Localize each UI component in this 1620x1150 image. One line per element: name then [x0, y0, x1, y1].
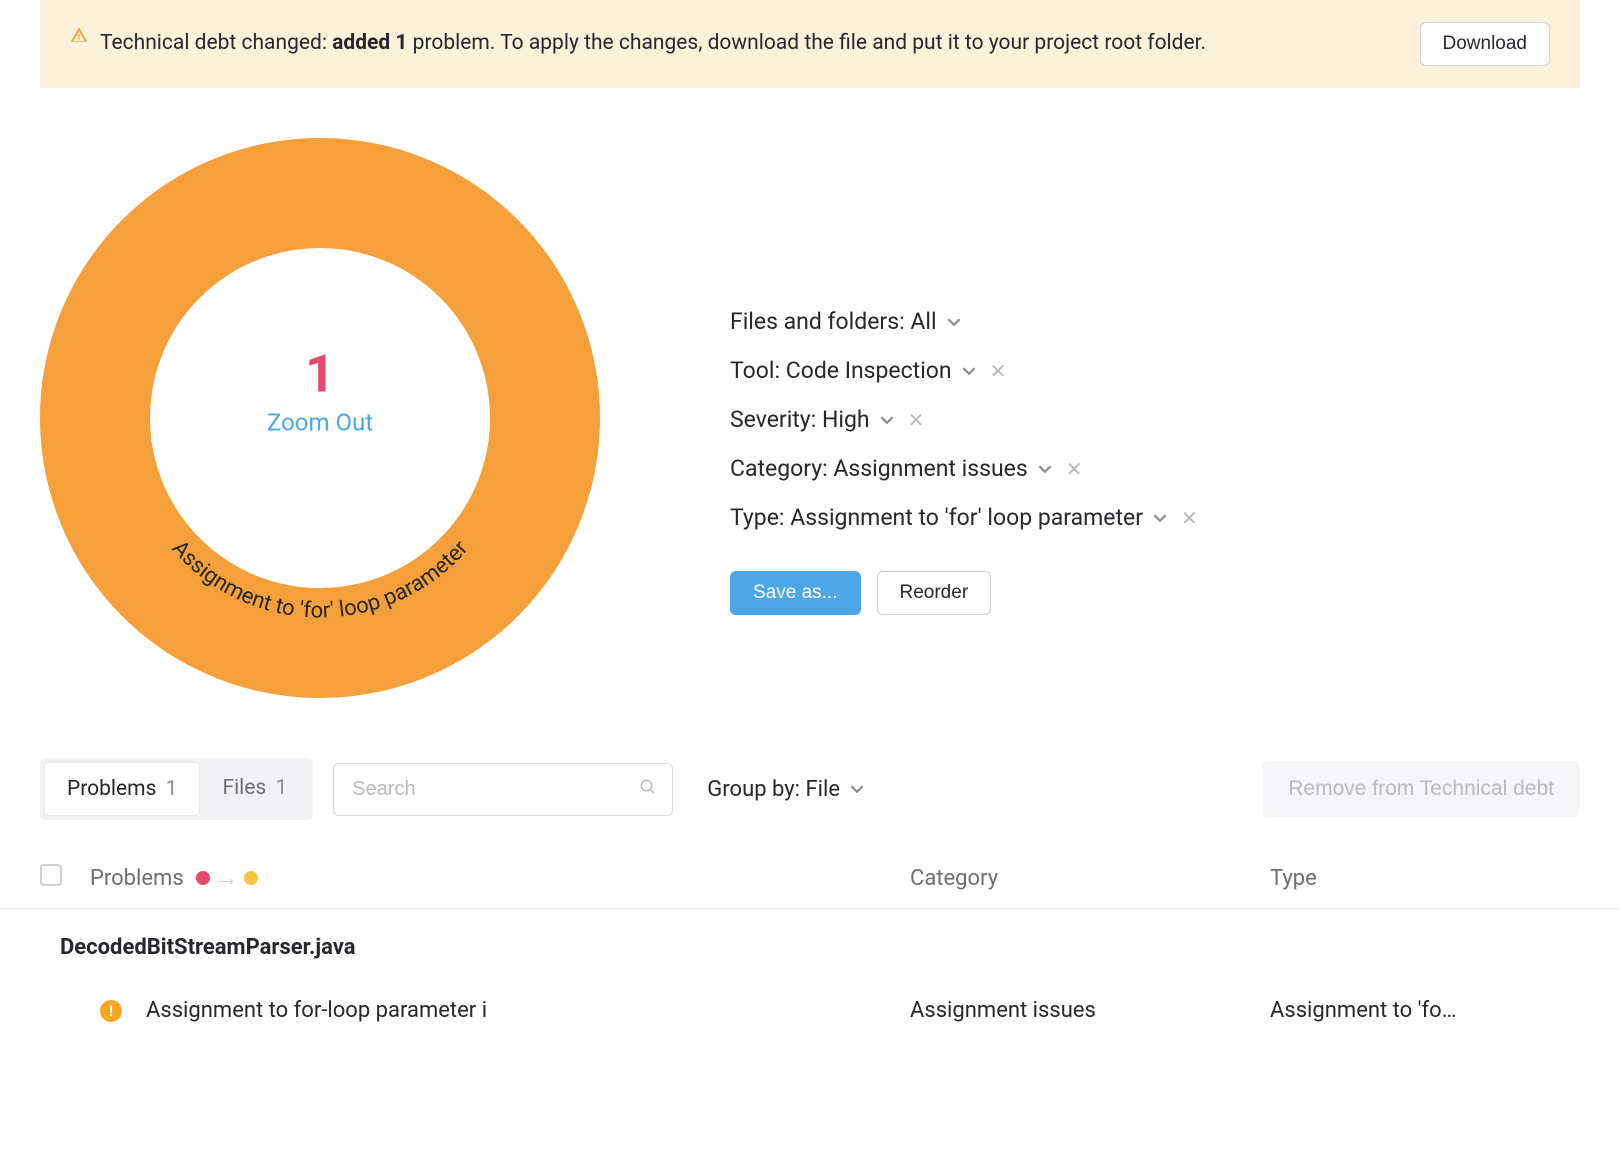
chevron-down-icon — [880, 406, 894, 433]
dot-red-icon — [196, 871, 210, 885]
filter-value: All — [910, 308, 936, 335]
filter-tool[interactable]: Tool: Code Inspection ✕ — [730, 357, 1580, 384]
search-icon — [639, 778, 657, 800]
problem-name: Assignment to for-loop parameter i — [146, 998, 910, 1023]
group-by-value: File — [805, 777, 840, 802]
banner-prefix: Technical debt changed: — [100, 31, 332, 55]
filter-value: High — [822, 406, 870, 433]
tab-problems[interactable]: Problems 1 — [44, 762, 200, 816]
chevron-down-icon — [947, 308, 961, 335]
tabs-segment: Problems 1 Files 1 — [40, 758, 313, 820]
tab-count: 1 — [166, 777, 178, 801]
reorder-button[interactable]: Reorder — [877, 571, 992, 615]
results-toolbar: Problems 1 Files 1 Group by: File Remove… — [0, 738, 1620, 820]
select-all-checkbox[interactable] — [40, 864, 62, 886]
filter-type[interactable]: Type: Assignment to 'for' loop parameter… — [730, 504, 1580, 531]
zoom-out-link[interactable]: Zoom Out — [267, 409, 373, 437]
arrow-right-icon: → — [216, 865, 238, 891]
filter-label: Category: — [730, 455, 828, 482]
chevron-down-icon — [962, 357, 976, 384]
filter-label: Files and folders: — [730, 308, 905, 335]
select-all-cell — [40, 864, 90, 892]
filter-label: Type: — [730, 504, 784, 531]
filter-label: Tool: — [730, 357, 780, 384]
filter-value: Assignment issues — [833, 455, 1027, 482]
tab-label: Files — [222, 776, 266, 800]
remove-filter-icon[interactable]: ✕ — [990, 359, 1007, 383]
header-type[interactable]: Type — [1270, 866, 1580, 891]
remove-filter-icon[interactable]: ✕ — [1066, 457, 1083, 481]
tab-label: Problems — [67, 777, 156, 801]
warning-icon — [70, 26, 88, 49]
problem-category: Assignment issues — [910, 998, 1270, 1023]
banner-suffix: problem. To apply the changes, download … — [407, 31, 1206, 55]
banner-message: Technical debt changed: added 1 problem.… — [100, 27, 1400, 61]
severity-warning-icon: ! — [100, 1000, 122, 1022]
file-group-heading[interactable]: DecodedBitStreamParser.java — [0, 909, 1620, 970]
tab-files[interactable]: Files 1 — [200, 762, 309, 816]
header-category[interactable]: Category — [910, 866, 1270, 891]
filter-files-folders[interactable]: Files and folders: All — [730, 308, 1580, 335]
header-problems[interactable]: Problems → — [90, 865, 910, 891]
filter-severity[interactable]: Severity: High ✕ — [730, 406, 1580, 433]
filter-value: Assignment to 'for' loop parameter — [790, 504, 1143, 531]
dot-yellow-icon — [244, 871, 258, 885]
filter-category[interactable]: Category: Assignment issues ✕ — [730, 455, 1580, 482]
severity-transition-icon: → — [196, 865, 258, 891]
chart-total: 1 — [267, 344, 373, 405]
filters-panel: Files and folders: All Tool: Code Inspec… — [600, 138, 1580, 698]
header-problems-label: Problems — [90, 866, 184, 891]
problem-row[interactable]: ! Assignment to for-loop parameter i Ass… — [0, 970, 1620, 1043]
chevron-down-icon — [1153, 504, 1167, 531]
chevron-down-icon — [1038, 455, 1052, 482]
filter-label: Severity: — [730, 406, 816, 433]
remove-filter-icon[interactable]: ✕ — [908, 408, 925, 432]
search-box — [333, 763, 673, 816]
remove-filter-icon[interactable]: ✕ — [1181, 506, 1198, 530]
remove-from-debt-button[interactable]: Remove from Technical debt — [1262, 761, 1580, 817]
problem-type: Assignment to 'fo… — [1270, 998, 1580, 1023]
tab-count: 1 — [275, 776, 287, 800]
sunburst-chart[interactable]: Assignment to 'for' loop parameter 1 Zoo… — [40, 138, 600, 698]
chevron-down-icon — [850, 777, 864, 802]
technical-debt-banner: Technical debt changed: added 1 problem.… — [40, 0, 1580, 88]
filter-value: Code Inspection — [786, 357, 952, 384]
search-input[interactable] — [333, 763, 673, 816]
table-header: Problems → Category Type — [0, 820, 1620, 909]
group-by-selector[interactable]: Group by: File — [693, 777, 864, 802]
chart-center: 1 Zoom Out — [267, 344, 373, 437]
main-area: Assignment to 'for' loop parameter 1 Zoo… — [0, 88, 1620, 738]
group-by-label: Group by: — [707, 777, 800, 802]
download-button[interactable]: Download — [1420, 22, 1551, 66]
save-as-button[interactable]: Save as... — [730, 571, 861, 615]
banner-bold: added 1 — [332, 31, 407, 55]
